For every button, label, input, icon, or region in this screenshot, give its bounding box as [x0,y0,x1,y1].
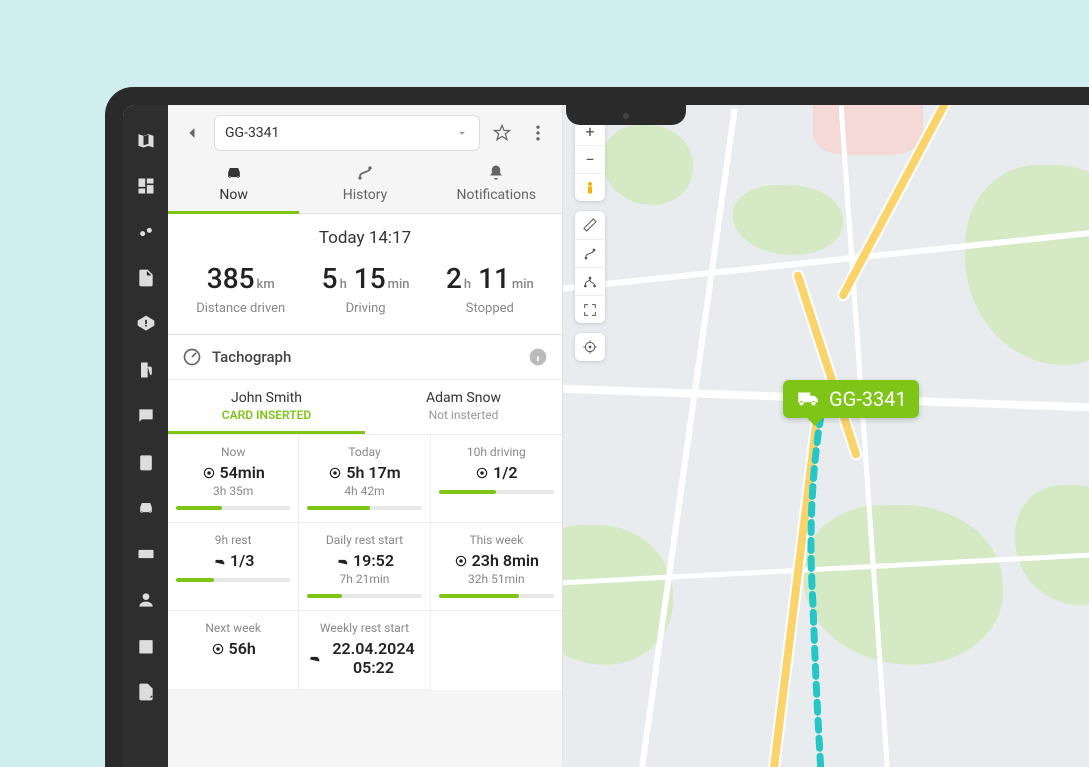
tacho-cell-2: 10h driving 1/2 [431,435,562,523]
progress-bar [307,506,421,510]
tacho-cell-4: Daily rest start 19:52 7h 21min [299,523,430,611]
fit-button[interactable] [575,295,605,323]
driver-2-name: Adam Snow [371,390,556,406]
stat-driving: 5h 15min Driving [322,262,410,316]
cell-value: 1/2 [439,463,554,482]
cell-label: Next week [176,621,290,635]
file-icon[interactable] [135,267,157,289]
tacho-cell-6: Next week 56h [168,611,299,690]
keyboard-icon[interactable] [135,543,157,565]
cell-sub: 32h 51min [439,572,554,586]
driver-2[interactable]: Adam Snow Not insterted [365,380,562,434]
driver-1[interactable]: John Smith CARD INSERTED [168,380,365,434]
vehicle-marker-label: GG-3341 [829,387,907,411]
sidebar [123,105,168,767]
cell-sub: 4h 42m [307,484,421,498]
fuel-icon[interactable] [135,359,157,381]
back-button[interactable] [178,119,206,147]
progress-bar [176,506,290,510]
edit-icon[interactable] [135,681,157,703]
cell-value: 22.04.2024 05:22 [307,639,421,677]
locate-button[interactable] [575,333,605,361]
calendar-icon[interactable] [135,635,157,657]
cell-value: 5h 17m [307,463,421,482]
more-button[interactable] [524,119,552,147]
streetview-button[interactable] [575,173,605,201]
progress-bar [439,490,554,494]
route-icon [355,163,375,183]
tab-history-label: History [343,187,388,203]
cell-label: 10h driving [439,445,554,459]
tab-notifications[interactable]: Notifications [431,155,562,213]
vehicle-marker[interactable]: GG-3341 [783,380,919,418]
gauge-icon [182,347,202,367]
cell-label: Weekly rest start [307,621,421,635]
tablet-notch [566,105,686,125]
cell-label: 9h rest [176,533,290,547]
vehicle-select[interactable]: GG-3341 [214,115,480,151]
progress-bar [439,594,554,598]
cell-label: Now [176,445,290,459]
cell-label: This week [439,533,554,547]
stat-stopped: 2h 11min Stopped [446,262,534,316]
trace-button[interactable] [575,239,605,267]
tacho-cell-5: This week 23h 8min 32h 51min [431,523,562,611]
progress-bar [307,594,421,598]
map-background [563,105,1089,767]
tacho-cell-3: 9h rest 1/3 [168,523,299,611]
details-panel: GG-3341 Now History Notifications [168,105,563,767]
tab-history[interactable]: History [299,155,430,213]
vehicle-select-value: GG-3341 [225,125,279,141]
map-icon[interactable] [135,129,157,151]
dashboard-icon[interactable] [135,175,157,197]
cell-value: 19:52 [307,551,421,570]
driver-1-status: CARD INSERTED [174,408,359,422]
chat-icon[interactable] [135,405,157,427]
info-icon[interactable] [528,347,548,367]
chevron-down-icon [455,126,469,140]
tab-now[interactable]: Now [168,155,299,213]
alert-icon[interactable] [135,313,157,335]
cell-value: 56h [176,639,290,658]
tacho-cell-1: Today 5h 17m 4h 42m [299,435,430,523]
vehicle-icon[interactable] [135,497,157,519]
cell-value: 1/3 [176,551,290,570]
tachograph-title: Tachograph [212,348,291,366]
favorite-button[interactable] [488,119,516,147]
zoom-out-button[interactable]: − [575,145,605,173]
map[interactable]: + − GG-3341 [563,105,1089,767]
bell-icon [486,163,506,183]
tacho-cell-0: Now 54min 3h 35m [168,435,299,523]
location-icon[interactable] [135,221,157,243]
cell-sub: 7h 21min [307,572,421,586]
truck-icon [795,386,821,412]
cell-value: 54min [176,463,290,482]
task-icon[interactable] [135,451,157,473]
stat-distance: 385km Distance driven [196,262,285,316]
driver-2-status: Not insterted [371,408,556,422]
cell-value: 23h 8min [439,551,554,570]
car-icon [224,163,244,183]
tacho-cell-7: Weekly rest start 22.04.2024 05:22 [299,611,430,690]
progress-bar [176,578,290,582]
tab-notifications-label: Notifications [457,187,537,203]
cell-sub: 3h 35m [176,484,290,498]
cell-label: Daily rest start [307,533,421,547]
today-title: Today 14:17 [178,228,552,248]
routes-button[interactable] [575,267,605,295]
measure-button[interactable] [575,211,605,239]
account-icon[interactable] [135,589,157,611]
cell-label: Today [307,445,421,459]
tachograph-header: Tachograph [168,335,562,380]
tab-now-label: Now [219,187,248,203]
driver-1-name: John Smith [174,390,359,406]
